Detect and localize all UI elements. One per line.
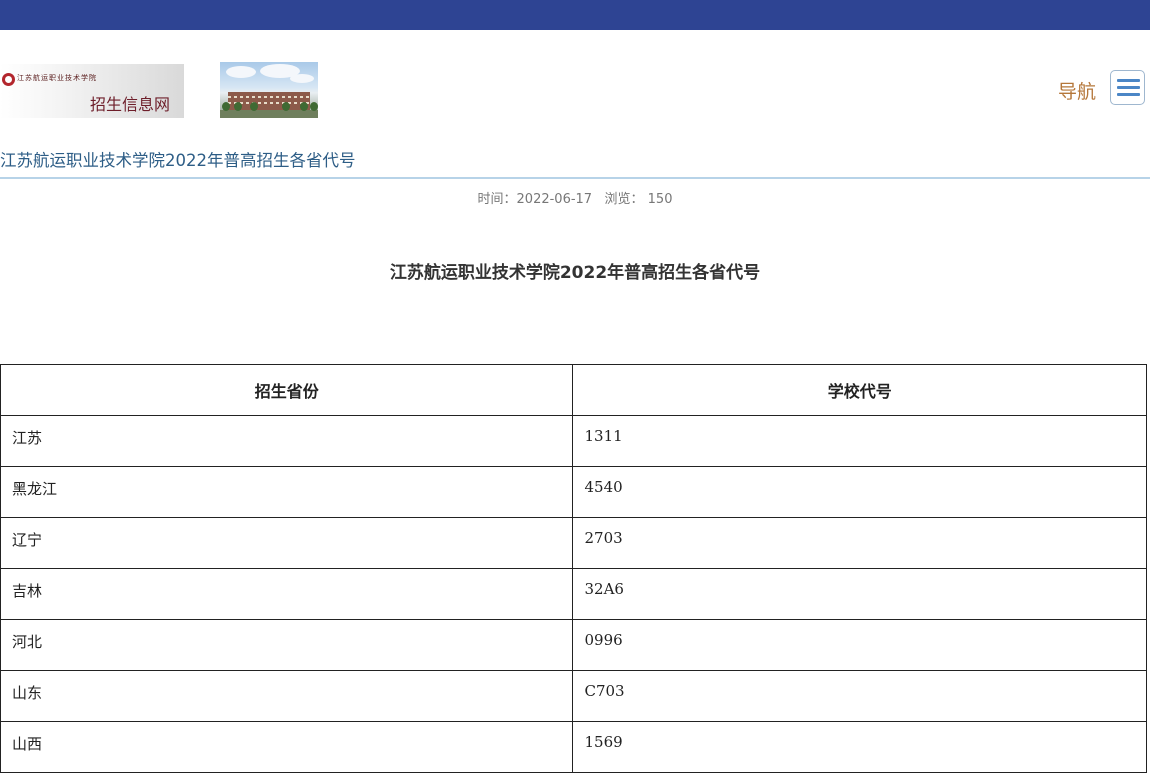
province-cell: 山西 [0, 721, 574, 773]
code-cell: 1569 [572, 721, 1147, 773]
site-logo[interactable]: 江苏航运职业技术学院 招生信息网 [0, 64, 184, 118]
table-row: 河北 0996 [0, 619, 1147, 671]
code-cell: C703 [572, 670, 1147, 722]
title-divider [0, 177, 1150, 179]
province-cell: 黑龙江 [0, 466, 574, 518]
campus-photo [220, 62, 318, 118]
article-meta: 时间：2022-06-17 浏览： 150 [0, 188, 1150, 207]
view-count: 150 [647, 192, 673, 207]
table-row: 山西 1569 [0, 721, 1147, 773]
menu-toggle-button[interactable] [1110, 70, 1145, 105]
school-emblem-icon [2, 73, 15, 86]
province-cell: 江苏 [0, 415, 574, 467]
column-header-code: 学校代号 [572, 364, 1147, 416]
code-cell: 4540 [572, 466, 1147, 518]
article-title: 江苏航运职业技术学院2022年普高招生各省代号 [389, 263, 761, 283]
code-cell: 0996 [572, 619, 1147, 671]
code-cell: 1311 [572, 415, 1147, 467]
page-title: 江苏航运职业技术学院2022年普高招生各省代号 [0, 151, 356, 170]
table-row: 吉林 32A6 [0, 568, 1147, 620]
column-header-province: 招生省份 [0, 364, 574, 416]
time-label: 时间： [477, 192, 517, 207]
code-cell: 32A6 [572, 568, 1147, 620]
table-row: 山东 C703 [0, 670, 1147, 722]
province-code-table: 招生省份 学校代号 江苏 1311 黑龙江 4540 辽宁 2703 吉林 32… [0, 364, 1147, 773]
publish-date: 2022-06-17 [516, 192, 593, 207]
table-row: 辽宁 2703 [0, 517, 1147, 569]
views-label: 浏览： [604, 192, 644, 207]
table-row: 黑龙江 4540 [0, 466, 1147, 518]
table-header-row: 招生省份 学校代号 [0, 364, 1147, 416]
province-cell: 吉林 [0, 568, 574, 620]
logo-site-name: 招生信息网 [90, 95, 171, 114]
table-row: 江苏 1311 [0, 415, 1147, 467]
code-cell: 2703 [572, 517, 1147, 569]
province-cell: 河北 [0, 619, 574, 671]
top-color-bar [0, 0, 1150, 30]
nav-label[interactable]: 导航 [1058, 77, 1096, 104]
province-cell: 山东 [0, 670, 574, 722]
province-cell: 辽宁 [0, 517, 574, 569]
logo-school-name: 江苏航运职业技术学院 [17, 74, 97, 82]
